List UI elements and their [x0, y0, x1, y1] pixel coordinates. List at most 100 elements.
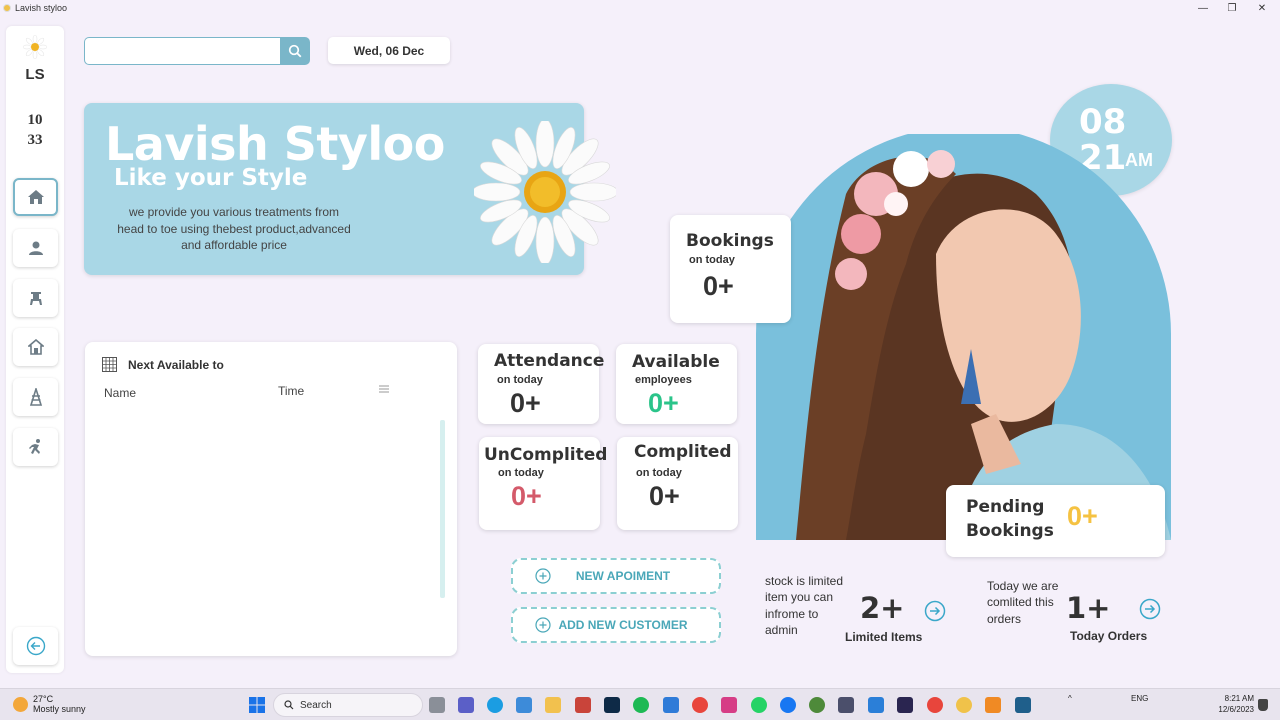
complited-value: 0+ — [649, 481, 680, 511]
attendance-value: 0+ — [510, 388, 541, 418]
nav-activity-button[interactable] — [13, 428, 58, 466]
search-button[interactable] — [280, 37, 310, 65]
photoshop-icon[interactable] — [604, 697, 620, 713]
column-header-name[interactable]: Name — [104, 386, 136, 400]
home-icon — [27, 190, 44, 204]
chrome-icon[interactable] — [692, 697, 708, 713]
today-orders-label: Today Orders — [1070, 629, 1148, 643]
sidebar-time: 10 33 — [6, 110, 64, 150]
attendance-title: Attendance — [494, 351, 605, 371]
nav-branch-button[interactable] — [13, 328, 58, 366]
salon-chair-icon — [29, 292, 42, 305]
limited-text-line: admin — [765, 622, 798, 637]
hero-title: Lavish Styloo — [105, 117, 445, 171]
search-input[interactable] — [84, 37, 281, 65]
today-orders-text: Today we are comlited this orders — [987, 578, 1058, 627]
chrome-profile-icon[interactable] — [927, 697, 943, 713]
column-header-time[interactable]: Time — [278, 384, 304, 398]
visual-studio-icon[interactable] — [897, 697, 913, 713]
system-clock[interactable]: 8:21 AM 12/6/2023 — [1208, 693, 1254, 715]
limited-items-text: stock is limited item you can infrome to… — [765, 573, 843, 638]
spotify-icon[interactable] — [633, 697, 649, 713]
sidebar-time-top: 10 — [27, 112, 43, 128]
uncomplited-card: UnComplited on today 0+ — [479, 437, 607, 530]
limited-text-line: stock is limited — [765, 574, 844, 588]
weather-widget[interactable]: 27°C Mostly sunny — [13, 694, 86, 714]
edge-icon[interactable] — [487, 697, 503, 713]
app-terminal-icon[interactable] — [1015, 697, 1031, 713]
pending-value: 0+ — [1067, 501, 1098, 531]
tray-chevron-icon[interactable]: ^ — [1068, 694, 1072, 703]
pending-title-line2: Bookings — [966, 521, 1054, 541]
app-green-icon[interactable] — [809, 697, 825, 713]
pending-bookings-card: Pending Bookings 0+ — [946, 485, 1165, 557]
logout-button[interactable] — [13, 627, 58, 665]
search-bar — [84, 37, 310, 65]
windows-start-icon[interactable] — [249, 697, 265, 713]
minimize-button[interactable]: — — [1188, 0, 1218, 16]
available-title: Available — [632, 352, 720, 372]
pending-title-line1: Pending — [966, 497, 1045, 517]
app-orange-icon[interactable] — [985, 697, 1001, 713]
bookings-title: Bookings — [686, 231, 774, 251]
mail-icon[interactable] — [663, 697, 679, 713]
add-customer-button[interactable]: ADD NEW CUSTOMER — [511, 607, 721, 643]
bookings-value: 0+ — [703, 271, 734, 301]
hero-subtitle: Like your Style — [114, 165, 308, 191]
complited-sub: on today — [636, 467, 682, 479]
back-arrow-icon — [26, 636, 45, 656]
task-view-icon[interactable] — [429, 697, 445, 713]
nav-employee-button[interactable] — [13, 229, 58, 267]
windows-taskbar: 27°C Mostly sunny Search ^ ENG 8:21 AM 1… — [0, 688, 1280, 720]
app-icon — [3, 4, 11, 12]
teams-icon[interactable] — [458, 697, 474, 713]
lavish-app-icon[interactable] — [956, 697, 972, 713]
facebook-icon[interactable] — [780, 697, 796, 713]
file-explorer-icon[interactable] — [545, 697, 561, 713]
close-button[interactable]: ✕ — [1247, 0, 1277, 16]
photos-icon[interactable] — [516, 697, 532, 713]
orders-text-line: Today we are — [987, 579, 1059, 593]
window-titlebar: Lavish styloo — ❐ ✕ — [0, 0, 1280, 16]
app-dark-icon[interactable] — [838, 697, 854, 713]
limited-items-arrow-icon[interactable] — [924, 600, 946, 622]
app-red-icon[interactable] — [575, 697, 591, 713]
whatsapp-icon[interactable] — [751, 697, 767, 713]
nav-home-button[interactable] — [13, 178, 58, 216]
system-time: 8:21 AM — [1224, 694, 1254, 703]
window-title: Lavish styloo — [15, 3, 68, 13]
weather-desc: Mostly sunny — [33, 704, 86, 714]
search-icon — [288, 44, 302, 58]
uncomplited-title: UnComplited — [484, 445, 608, 465]
taskbar-search-icon — [284, 700, 294, 710]
weather-temp: 27°C — [33, 694, 54, 704]
bookings-sub: on today — [689, 254, 735, 266]
taskbar-search[interactable]: Search — [273, 693, 423, 717]
available-employees-card: Available employees 0+ — [616, 344, 737, 424]
maximize-button[interactable]: ❐ — [1217, 0, 1247, 16]
orders-text-line: orders — [987, 611, 1022, 626]
daisy-logo-icon — [23, 35, 47, 59]
vscode-icon[interactable] — [868, 697, 884, 713]
sidebar-time-bottom: 33 — [27, 132, 43, 148]
hero-banner: Lavish Styloo Like your Style we provide… — [84, 103, 616, 275]
weather-sun-icon — [13, 696, 28, 712]
today-orders-arrow-icon[interactable] — [1139, 598, 1161, 620]
language-indicator[interactable]: ENG — [1131, 694, 1148, 703]
model-portrait-image — [756, 134, 1171, 540]
next-available-title: Next Available to — [128, 358, 224, 372]
complited-card: Complited on today 0+ — [617, 437, 738, 530]
column-menu-icon[interactable] — [378, 385, 390, 395]
bookings-card: Bookings on today 0+ — [670, 215, 791, 323]
running-icon — [28, 439, 40, 454]
notification-bell-icon[interactable] — [1258, 699, 1268, 711]
taskbar-search-label: Search — [300, 699, 332, 711]
list-scrollbar[interactable] — [440, 420, 445, 598]
limited-items-label: Limited Items — [845, 630, 923, 644]
nav-stock-button[interactable] — [13, 378, 58, 416]
daisy-flower-image — [474, 121, 616, 263]
nav-services-button[interactable] — [13, 279, 58, 317]
new-appointment-button[interactable]: NEW APOIMENT — [511, 558, 721, 594]
instagram-icon[interactable] — [721, 697, 737, 713]
next-available-panel: Next Available to Name Time — [85, 342, 457, 656]
